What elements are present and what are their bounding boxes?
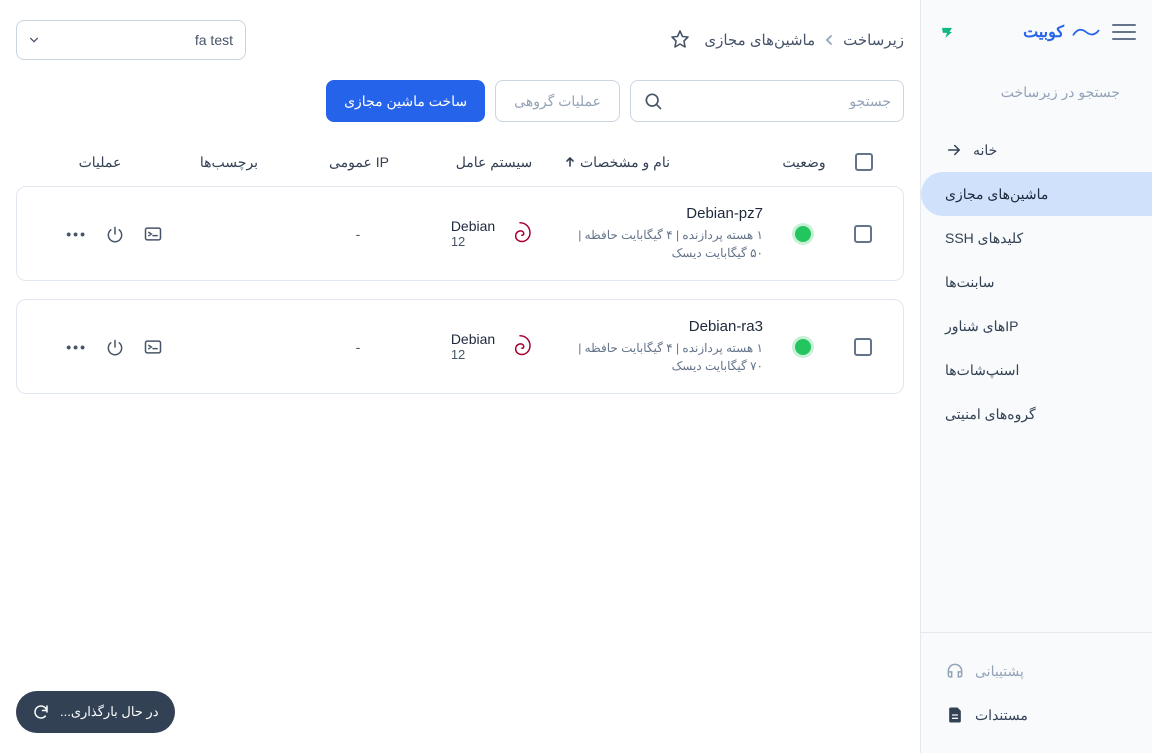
nav-item-label: IPهای شناور — [945, 318, 1018, 335]
brand-wave-icon — [1072, 25, 1100, 39]
footer-docs[interactable]: مستندات — [937, 693, 1136, 737]
th-actions[interactable]: عملیات — [36, 154, 164, 171]
table-row[interactable]: Debian-ra3 ۱ هسته پردازنده | ۴ گیگابایت … — [16, 299, 904, 394]
nav-item-label: ماشین‌های مجازی — [945, 186, 1048, 203]
vm-name: Debian-ra3 — [563, 318, 763, 335]
os-name: Debian — [451, 218, 495, 234]
sidebar-nav: خانه ماشین‌های مجازی کلیدهای SSH سابنت‌ه… — [921, 128, 1152, 632]
nav-item-label: سابنت‌ها — [945, 274, 995, 291]
brand-name: کوبیت — [1023, 22, 1064, 42]
footer-support-label: پشتیبانی — [975, 663, 1024, 680]
vm-specs: ۱ هسته پردازنده | ۴ گیگابایت حافظه | ۵۰ … — [563, 226, 763, 262]
th-status[interactable]: وضعیت — [764, 154, 844, 171]
nav-snapshots[interactable]: اسنپ‌شات‌ها — [921, 348, 1152, 392]
refresh-icon — [32, 703, 50, 721]
project-selector[interactable]: fa test — [16, 20, 246, 60]
power-icon[interactable] — [105, 224, 125, 244]
footer-docs-label: مستندات — [975, 707, 1028, 724]
row-checkbox[interactable] — [854, 338, 872, 356]
console-icon[interactable] — [143, 224, 163, 244]
sidebar-search-input[interactable] — [939, 84, 1120, 100]
nav-home[interactable]: خانه — [921, 128, 1152, 172]
public-ip-value: - — [293, 339, 423, 355]
brand-logo[interactable]: کوبیت — [969, 22, 1100, 42]
table-header: وضعیت نام و مشخصات سیستم عامل IP عمومی ب… — [16, 138, 904, 186]
loading-toast: در حال بارگذاری... — [16, 691, 175, 733]
more-actions-button[interactable]: ••• — [67, 339, 87, 355]
nav-ssh-keys[interactable]: کلیدهای SSH — [921, 216, 1152, 260]
group-ops-button[interactable]: عملیات گروهی — [495, 80, 620, 122]
sidebar-header: کوبیت — [921, 0, 1152, 64]
headset-icon — [945, 661, 965, 681]
nav-home-label: خانه — [973, 142, 997, 159]
debian-icon — [505, 332, 535, 362]
debian-icon — [505, 219, 535, 249]
nav-security-groups[interactable]: گروه‌های امنیتی — [921, 392, 1152, 436]
nav-item-label: اسنپ‌شات‌ها — [945, 362, 1019, 379]
console-icon[interactable] — [143, 337, 163, 357]
document-icon — [945, 705, 965, 725]
public-ip-value: - — [293, 226, 423, 242]
breadcrumb: زیرساخت ماشین‌های مجازی — [704, 31, 904, 49]
vm-search-box[interactable] — [630, 80, 904, 122]
favorite-star-button[interactable] — [668, 28, 692, 52]
th-name[interactable]: نام و مشخصات — [564, 154, 764, 171]
sidebar-footer: پشتیبانی مستندات — [921, 632, 1152, 753]
th-os[interactable]: سیستم عامل — [424, 154, 564, 171]
footer-support[interactable]: پشتیبانی — [937, 649, 1136, 693]
vm-search-input[interactable] — [671, 93, 891, 109]
search-icon — [643, 91, 663, 111]
breadcrumb-root[interactable]: زیرساخت — [843, 31, 904, 49]
vm-table: وضعیت نام و مشخصات سیستم عامل IP عمومی ب… — [16, 138, 904, 394]
nav-virtual-machines[interactable]: ماشین‌های مجازی — [921, 172, 1152, 216]
vm-name: Debian-pz7 — [563, 205, 763, 222]
more-actions-button[interactable]: ••• — [67, 226, 87, 242]
chevron-down-icon — [29, 35, 39, 45]
nav-floating-ips[interactable]: IPهای شناور — [921, 304, 1152, 348]
th-public-ip[interactable]: IP عمومی — [294, 154, 424, 171]
toolbar: عملیات گروهی ساخت ماشین مجازی — [16, 80, 904, 122]
main-content: زیرساخت ماشین‌های مجازی fa test عملیات گ… — [0, 0, 920, 753]
project-selector-value: fa test — [39, 32, 233, 48]
os-version: 12 — [451, 347, 495, 362]
select-all-checkbox[interactable] — [855, 153, 873, 171]
nav-item-label: کلیدهای SSH — [945, 230, 1023, 247]
nav-subnets[interactable]: سابنت‌ها — [921, 260, 1152, 304]
os-version: 12 — [451, 234, 495, 249]
topbar: زیرساخت ماشین‌های مجازی fa test — [16, 16, 904, 64]
sort-asc-icon — [564, 156, 576, 168]
row-checkbox[interactable] — [854, 225, 872, 243]
chevron-left-icon — [825, 34, 833, 46]
status-running-icon — [795, 226, 811, 242]
os-name: Debian — [451, 331, 495, 347]
vm-specs: ۱ هسته پردازنده | ۴ گیگابایت حافظه | ۷۰ … — [563, 339, 763, 375]
partner-logo-icon — [937, 22, 957, 42]
menu-toggle-button[interactable] — [1112, 20, 1136, 44]
create-vm-button[interactable]: ساخت ماشین مجازی — [326, 80, 485, 122]
breadcrumb-current[interactable]: ماشین‌های مجازی — [704, 31, 815, 49]
loading-text: در حال بارگذاری... — [60, 704, 159, 720]
sidebar: کوبیت خانه ماشین‌های مجازی کلیدهای SSH س… — [920, 0, 1152, 753]
status-running-icon — [795, 339, 811, 355]
th-tags[interactable]: برچسب‌ها — [164, 154, 294, 171]
arrow-right-icon — [945, 141, 963, 159]
sidebar-search[interactable] — [937, 72, 1136, 112]
table-row[interactable]: Debian-pz7 ۱ هسته پردازنده | ۴ گیگابایت … — [16, 186, 904, 281]
power-icon[interactable] — [105, 337, 125, 357]
nav-item-label: گروه‌های امنیتی — [945, 406, 1036, 423]
